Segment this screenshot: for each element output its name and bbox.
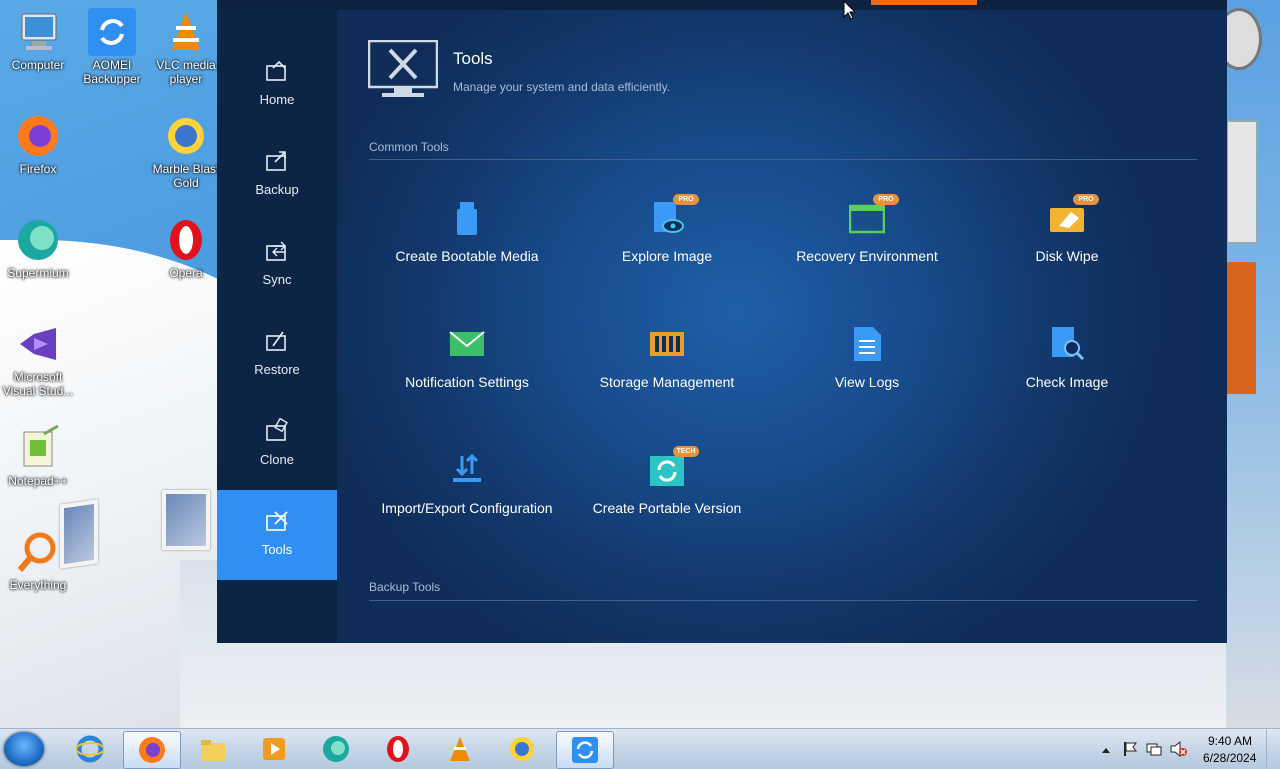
- section-title-common: Common Tools: [369, 140, 449, 154]
- tools-icon: [265, 508, 289, 532]
- desktop-icon-everything[interactable]: Everything: [0, 528, 76, 592]
- aomei-window: Home Backup Sync Restore Clone Tools Too…: [217, 0, 1227, 643]
- clock-time[interactable]: 9:40 AM: [1208, 734, 1252, 748]
- usb-drive-icon: [449, 200, 485, 236]
- desktop-icon-visual-studio[interactable]: Microsoft Visual Stud...: [0, 320, 76, 398]
- section-title-backup: Backup Tools: [369, 580, 441, 594]
- window-top-strip: [217, 0, 1227, 10]
- tool-check-image[interactable]: Check Image: [967, 326, 1167, 416]
- notepadpp-icon: [14, 424, 62, 472]
- file-explorer-icon: [199, 735, 227, 763]
- internet-explorer-icon: [75, 735, 105, 763]
- taskbar-vlc[interactable]: [432, 731, 488, 767]
- opera-icon: [384, 735, 412, 763]
- taskbar-firefox[interactable]: [123, 731, 181, 769]
- everything-icon: [14, 528, 62, 576]
- sidebar-item-backup[interactable]: Backup: [217, 130, 337, 220]
- pro-badge: PRO: [1073, 194, 1099, 205]
- sidebar: Home Backup Sync Restore Clone Tools: [217, 10, 337, 643]
- tray-show-hidden-icon[interactable]: [1101, 743, 1111, 753]
- check-image-icon: [1049, 326, 1085, 362]
- explore-image-icon: PRO: [649, 194, 699, 236]
- supermium-icon: [14, 216, 62, 264]
- section-divider: [369, 600, 1197, 601]
- vlc-icon: [446, 735, 474, 763]
- taskbar: 9:40 AM 6/28/2024: [0, 728, 1280, 769]
- supermium-icon: [322, 735, 350, 763]
- home-icon: [265, 58, 289, 82]
- sidebar-item-restore[interactable]: Restore: [217, 310, 337, 400]
- tool-create-portable-version[interactable]: TECH Create Portable Version: [567, 446, 767, 542]
- tool-explore-image[interactable]: PRO Explore Image: [567, 194, 767, 290]
- taskbar-marble-blast[interactable]: [494, 731, 550, 767]
- clock-date[interactable]: 6/28/2024: [1203, 751, 1256, 765]
- firefox-icon: [138, 736, 166, 764]
- desktop-icon-firefox[interactable]: Firefox: [0, 112, 76, 176]
- sidebar-item-tools[interactable]: Tools: [217, 490, 337, 580]
- sidebar-item-home[interactable]: Home: [217, 40, 337, 130]
- window-top-orange-button[interactable]: [871, 0, 977, 5]
- desktop-icon-vlc[interactable]: VLC media player: [148, 8, 224, 86]
- tech-badge: TECH: [673, 446, 699, 457]
- taskbar-supermium[interactable]: [308, 731, 364, 767]
- tool-notification-settings[interactable]: Notification Settings: [367, 326, 567, 416]
- start-button[interactable]: [4, 732, 44, 766]
- taskbar-opera[interactable]: [370, 731, 426, 767]
- tools-header-icon: [367, 39, 439, 98]
- marble-blast-icon: [162, 112, 210, 160]
- opera-icon: [162, 216, 210, 264]
- taskbar-file-explorer[interactable]: [185, 731, 241, 767]
- storage-icon: [649, 326, 685, 362]
- marble-blast-icon: [508, 735, 536, 763]
- desktop-icon-marble-blast[interactable]: Marble Blast Gold: [148, 112, 224, 190]
- network-icon[interactable]: [1146, 741, 1162, 757]
- document-icon: [849, 326, 885, 362]
- sync-icon: [265, 238, 289, 262]
- section-divider: [369, 159, 1197, 160]
- action-center-flag-icon[interactable]: [1122, 741, 1138, 757]
- portable-icon: TECH: [649, 446, 699, 488]
- tools-panel: Tools Manage your system and data effici…: [337, 10, 1227, 643]
- tool-create-bootable-media[interactable]: Create Bootable Media: [367, 200, 567, 290]
- page-title: Tools: [453, 49, 493, 68]
- taskbar-media-player[interactable]: [246, 731, 302, 767]
- sidebar-item-sync[interactable]: Sync: [217, 220, 337, 310]
- visual-studio-icon: [14, 320, 62, 368]
- tool-recovery-environment[interactable]: PRO Recovery Environment: [767, 194, 967, 290]
- computer-icon: [14, 8, 62, 56]
- tool-import-export-configuration[interactable]: Import/Export Configuration: [367, 452, 567, 542]
- clone-icon: [265, 417, 289, 442]
- restore-icon: [265, 328, 289, 352]
- aomei-icon: [88, 8, 136, 56]
- tool-disk-wipe[interactable]: PRO Disk Wipe: [967, 194, 1167, 290]
- disk-wipe-icon: PRO: [1049, 194, 1099, 236]
- desktop-icon-supermium[interactable]: Supermium: [0, 216, 76, 280]
- desktop-gadget-panel: [1226, 120, 1258, 244]
- page-subtitle: Manage your system and data efficiently.: [453, 80, 671, 94]
- envelope-icon: [449, 326, 485, 362]
- aomei-icon: [571, 736, 599, 764]
- show-desktop-button[interactable]: [1266, 729, 1280, 769]
- firefox-icon: [14, 112, 62, 160]
- tool-view-logs[interactable]: View Logs: [767, 326, 967, 416]
- media-player-icon: [260, 735, 288, 763]
- pro-badge: PRO: [673, 194, 699, 205]
- backup-icon: [265, 148, 289, 172]
- wallpaper-window: [162, 490, 210, 550]
- recovery-window-icon: PRO: [848, 194, 899, 236]
- import-export-icon: [449, 452, 485, 488]
- sidebar-item-clone[interactable]: Clone: [217, 400, 337, 490]
- vlc-icon: [162, 8, 210, 56]
- desktop-icon-aomei[interactable]: AOMEI Backupper: [74, 8, 150, 86]
- desktop-icon-notepadpp[interactable]: Notepad++: [0, 424, 76, 488]
- desktop-icon-computer[interactable]: Computer: [0, 8, 76, 72]
- taskbar-aomei[interactable]: [556, 731, 614, 769]
- pro-badge: PRO: [873, 194, 899, 205]
- desktop-icon-opera[interactable]: Opera: [148, 216, 224, 280]
- mouse-cursor-icon: [843, 0, 857, 20]
- tool-storage-management[interactable]: Storage Management: [567, 326, 767, 416]
- taskbar-internet-explorer[interactable]: [62, 731, 118, 767]
- desktop-gadget-orange: [1226, 262, 1256, 394]
- volume-muted-icon[interactable]: [1170, 740, 1188, 758]
